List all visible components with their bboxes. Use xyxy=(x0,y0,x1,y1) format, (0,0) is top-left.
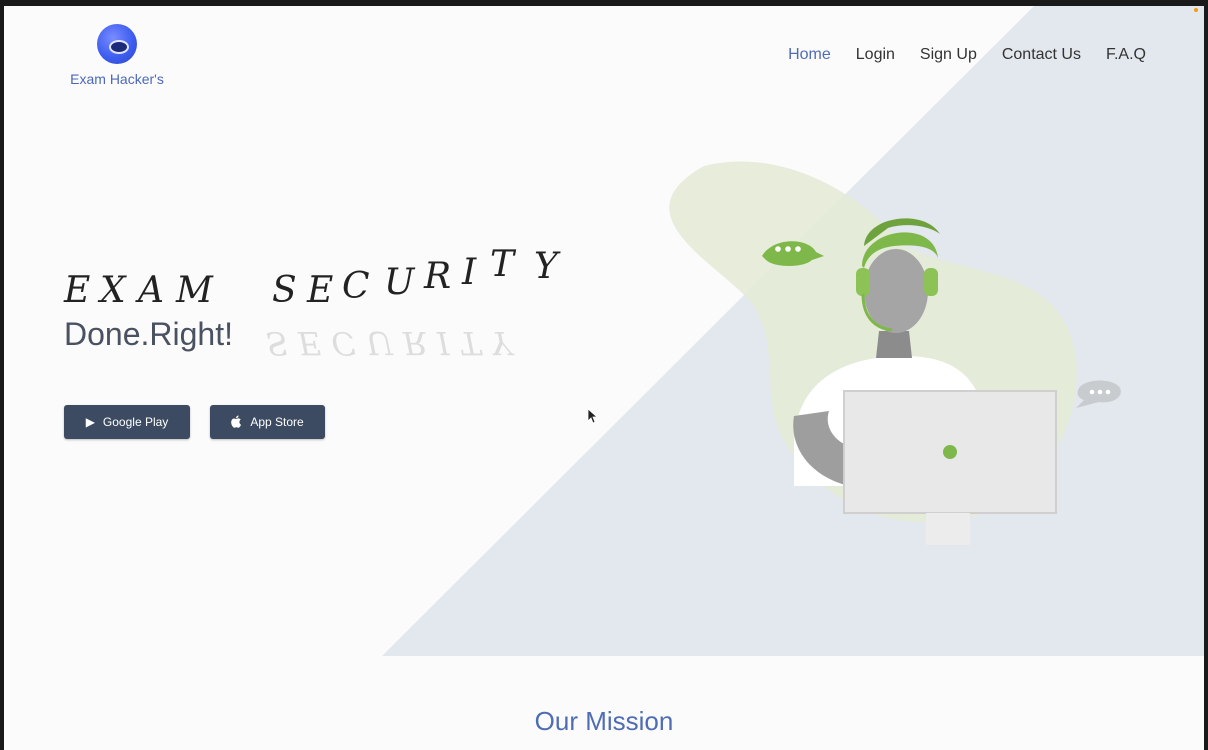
google-play-label: Google Play xyxy=(102,415,169,429)
mission-heading: Our Mission xyxy=(534,706,674,736)
logo[interactable]: Exam Hacker's xyxy=(62,24,172,87)
apple-icon xyxy=(231,415,242,430)
play-triangle-icon: ▶ xyxy=(85,415,95,429)
headline-letter: T xyxy=(490,244,515,285)
main-nav: Home Login Sign Up Contact Us F.A.Q xyxy=(788,46,1146,64)
brand-name: Exam Hacker's xyxy=(70,71,164,87)
nav-faq[interactable]: F.A.Q xyxy=(1106,46,1146,64)
nav-home[interactable]: Home xyxy=(788,46,831,64)
headline-letter: C xyxy=(342,266,370,307)
headline-letter: M xyxy=(176,270,213,311)
app-store-button[interactable]: App Store xyxy=(210,405,325,439)
nav-login[interactable]: Login xyxy=(856,46,895,64)
app-store-label: App Store xyxy=(250,415,304,429)
headline-letter: A xyxy=(138,270,164,311)
mouse-cursor-icon xyxy=(587,408,597,424)
headline-letter: I xyxy=(462,252,477,293)
headline-letter: E xyxy=(307,270,334,311)
hero-subheadline: Done.Right! xyxy=(64,316,233,352)
headline-letter: E xyxy=(64,270,91,311)
hero-headline: E X A M S E C U R I T Y xyxy=(62,244,602,311)
headline-letter: X xyxy=(100,270,126,311)
nav-contact-us[interactable]: Contact Us xyxy=(1002,46,1081,64)
page: Exam Hacker's Home Login Sign Up Contact… xyxy=(4,6,1204,750)
eye-globe-icon xyxy=(97,24,137,64)
headline-reflection: SECURITY xyxy=(266,324,522,362)
nav-sign-up[interactable]: Sign Up xyxy=(920,46,977,64)
headline-letter: Y xyxy=(534,246,558,287)
chat-bubble-gray-icon xyxy=(1076,380,1121,408)
headline-letter: U xyxy=(384,262,415,303)
headline-letter: S xyxy=(272,270,297,311)
headline-letter: R xyxy=(424,256,452,297)
google-play-button[interactable]: ▶ Google Play xyxy=(64,405,190,439)
support-agent-illustration xyxy=(669,161,1121,545)
corner-indicator xyxy=(1194,8,1198,12)
